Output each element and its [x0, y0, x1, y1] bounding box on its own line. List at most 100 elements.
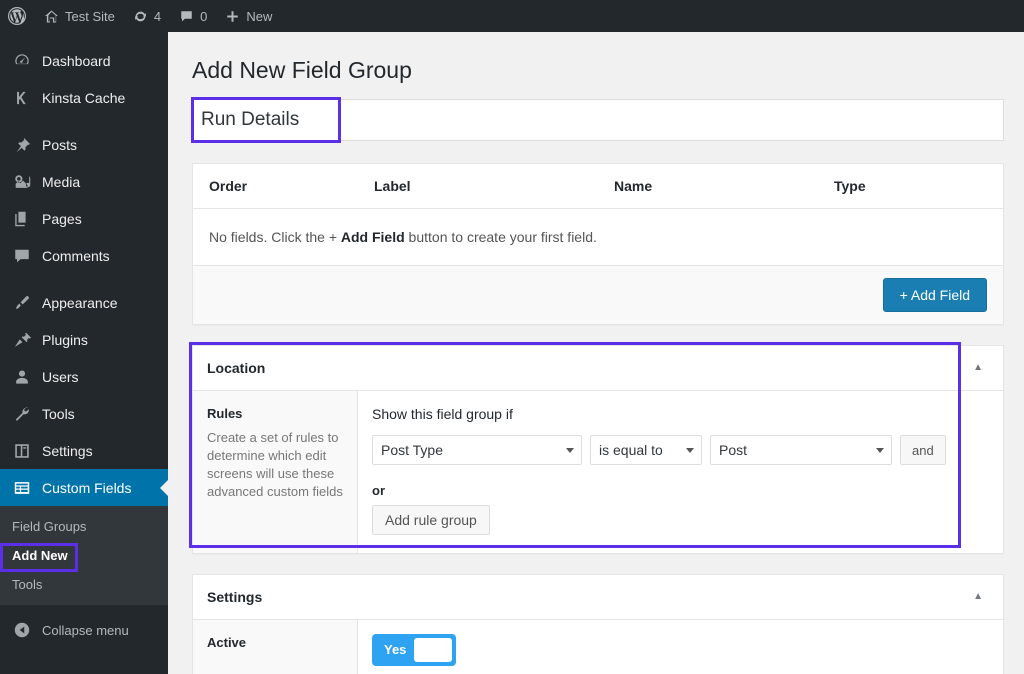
sidebar-item-label: Media — [42, 175, 80, 189]
rule-value-value: Post — [719, 442, 747, 458]
collapse-menu-label: Collapse menu — [42, 623, 129, 638]
menu-separator-1 — [0, 116, 168, 126]
user-icon — [12, 367, 32, 387]
sidebar-item-add-new[interactable]: Add New — [0, 541, 168, 570]
rules-label: Rules — [207, 405, 343, 423]
collapse-arrow-icon — [12, 620, 32, 640]
comments-count: 0 — [200, 9, 207, 24]
sidebar-item-label: Posts — [42, 138, 77, 152]
paintbrush-icon — [12, 293, 32, 313]
custom-fields-submenu: Field Groups Add New Tools — [0, 506, 168, 605]
sidebar-item-label: Appearance — [42, 296, 118, 310]
column-header-label: Label — [374, 178, 614, 194]
wordpress-logo-icon[interactable] — [0, 0, 35, 32]
rule-operator-value: is equal to — [599, 442, 663, 458]
rules-description: Create a set of rules to determine which… — [207, 429, 343, 501]
pages-icon — [12, 209, 32, 229]
admin-bar-updates[interactable]: 4 — [124, 0, 170, 32]
chevron-up-icon[interactable]: ▲ — [967, 361, 989, 375]
add-field-button[interactable]: + Add Field — [883, 278, 987, 312]
column-header-order: Order — [209, 178, 374, 194]
empty-bold: Add Field — [341, 229, 405, 245]
sidebar-item-users[interactable]: Users — [0, 358, 168, 395]
wrench-icon — [12, 404, 32, 424]
custom-fields-icon — [12, 478, 32, 498]
or-label: or — [372, 483, 989, 499]
sidebar-item-field-groups[interactable]: Field Groups — [0, 512, 168, 541]
admin-bar-new-content[interactable]: New — [216, 0, 281, 32]
toggle-knob — [414, 638, 452, 662]
sidebar-item-tools[interactable]: Tools — [0, 395, 168, 432]
rule-value-select[interactable]: Post — [710, 435, 892, 465]
fields-empty-message: No fields. Click the + Add Field button … — [193, 209, 1003, 266]
chevron-up-icon[interactable]: ▲ — [967, 590, 989, 604]
menu-spacer-top — [0, 32, 168, 42]
updates-icon — [133, 9, 148, 24]
sidebar-item-label: Dashboard — [42, 54, 111, 68]
rule-param-select[interactable]: Post Type — [372, 435, 582, 465]
admin-sidebar: Dashboard Kinsta Cache Posts Media — [0, 32, 168, 674]
settings-sliders-icon — [12, 441, 32, 461]
admin-bar-comments[interactable]: 0 — [170, 0, 216, 32]
kinsta-k-icon — [12, 88, 32, 108]
add-and-rule-button[interactable]: and — [900, 435, 946, 465]
active-toggle-switch[interactable]: Yes — [372, 634, 456, 666]
active-toggle-text: Yes — [384, 643, 406, 657]
settings-postbox: Settings ▲ Active Yes — [192, 574, 1004, 674]
settings-postbox-wrapper: Settings ▲ Active Yes — [192, 574, 1004, 674]
sidebar-item-comments[interactable]: Comments — [0, 237, 168, 274]
chevron-down-icon — [876, 448, 884, 453]
active-label: Active — [207, 634, 343, 652]
sidebar-item-label: Custom Fields — [42, 481, 131, 495]
location-rule-row: Post Type is equal to Post and — [372, 435, 989, 465]
sidebar-item-label: Pages — [42, 212, 82, 226]
sidebar-item-pages[interactable]: Pages — [0, 200, 168, 237]
settings-active-input-col: Yes — [358, 620, 1003, 674]
sidebar-item-plugins[interactable]: Plugins — [0, 321, 168, 358]
fields-table-footer: + Add Field — [193, 266, 1003, 324]
sidebar-item-settings[interactable]: Settings — [0, 432, 168, 469]
fields-table: Order Label Name Type No fields. Click t… — [192, 163, 1004, 325]
sidebar-item-dashboard[interactable]: Dashboard — [0, 42, 168, 79]
plug-icon — [12, 330, 32, 350]
sidebar-item-label: Settings — [42, 444, 93, 458]
updates-count: 4 — [154, 9, 161, 24]
location-postbox-header: Location ▲ — [193, 346, 1003, 391]
page-title: Add New Field Group — [168, 32, 1024, 99]
sidebar-item-acf-tools[interactable]: Tools — [0, 570, 168, 599]
comment-bubble-icon — [179, 9, 194, 24]
home-icon — [44, 9, 59, 24]
location-title: Location — [207, 359, 265, 377]
add-rule-group-button[interactable]: Add rule group — [372, 505, 490, 535]
show-if-label: Show this field group if — [372, 405, 989, 423]
sidebar-item-media[interactable]: Media — [0, 163, 168, 200]
rule-operator-select[interactable]: is equal to — [590, 435, 702, 465]
fields-table-header: Order Label Name Type — [193, 164, 1003, 209]
location-rules-row: Rules Create a set of rules to determine… — [193, 391, 1003, 553]
location-postbox: Location ▲ Rules Create a set of rules t… — [192, 345, 1004, 554]
field-group-title-input[interactable] — [192, 99, 1004, 141]
rule-param-value: Post Type — [381, 442, 443, 458]
sidebar-item-kinsta-cache[interactable]: Kinsta Cache — [0, 79, 168, 116]
sidebar-item-appearance[interactable]: Appearance — [0, 284, 168, 321]
sidebar-item-label: Users — [42, 370, 79, 384]
column-header-name: Name — [614, 178, 834, 194]
comment-bubble-icon — [12, 246, 32, 266]
settings-postbox-header: Settings ▲ — [193, 575, 1003, 620]
site-name-label: Test Site — [65, 9, 115, 24]
sidebar-item-posts[interactable]: Posts — [0, 126, 168, 163]
admin-bar-site-name[interactable]: Test Site — [35, 0, 124, 32]
sidebar-item-custom-fields[interactable]: Custom Fields — [0, 469, 168, 506]
chevron-down-icon — [686, 448, 694, 453]
admin-bar: Test Site 4 0 New — [0, 0, 1024, 32]
sidebar-item-label: Plugins — [42, 333, 88, 347]
dashboard-icon — [12, 51, 32, 71]
location-rules-input-col: Show this field group if Post Type is eq… — [358, 391, 1003, 553]
main-content: Add New Field Group Order Label Name Typ… — [168, 32, 1024, 674]
new-label: New — [246, 9, 272, 24]
collapse-menu-button[interactable]: Collapse menu — [0, 613, 168, 647]
plus-icon — [225, 9, 240, 24]
title-field-wrapper — [192, 99, 1004, 141]
sidebar-item-label: Tools — [42, 407, 75, 421]
settings-active-row: Active Yes — [193, 620, 1003, 674]
